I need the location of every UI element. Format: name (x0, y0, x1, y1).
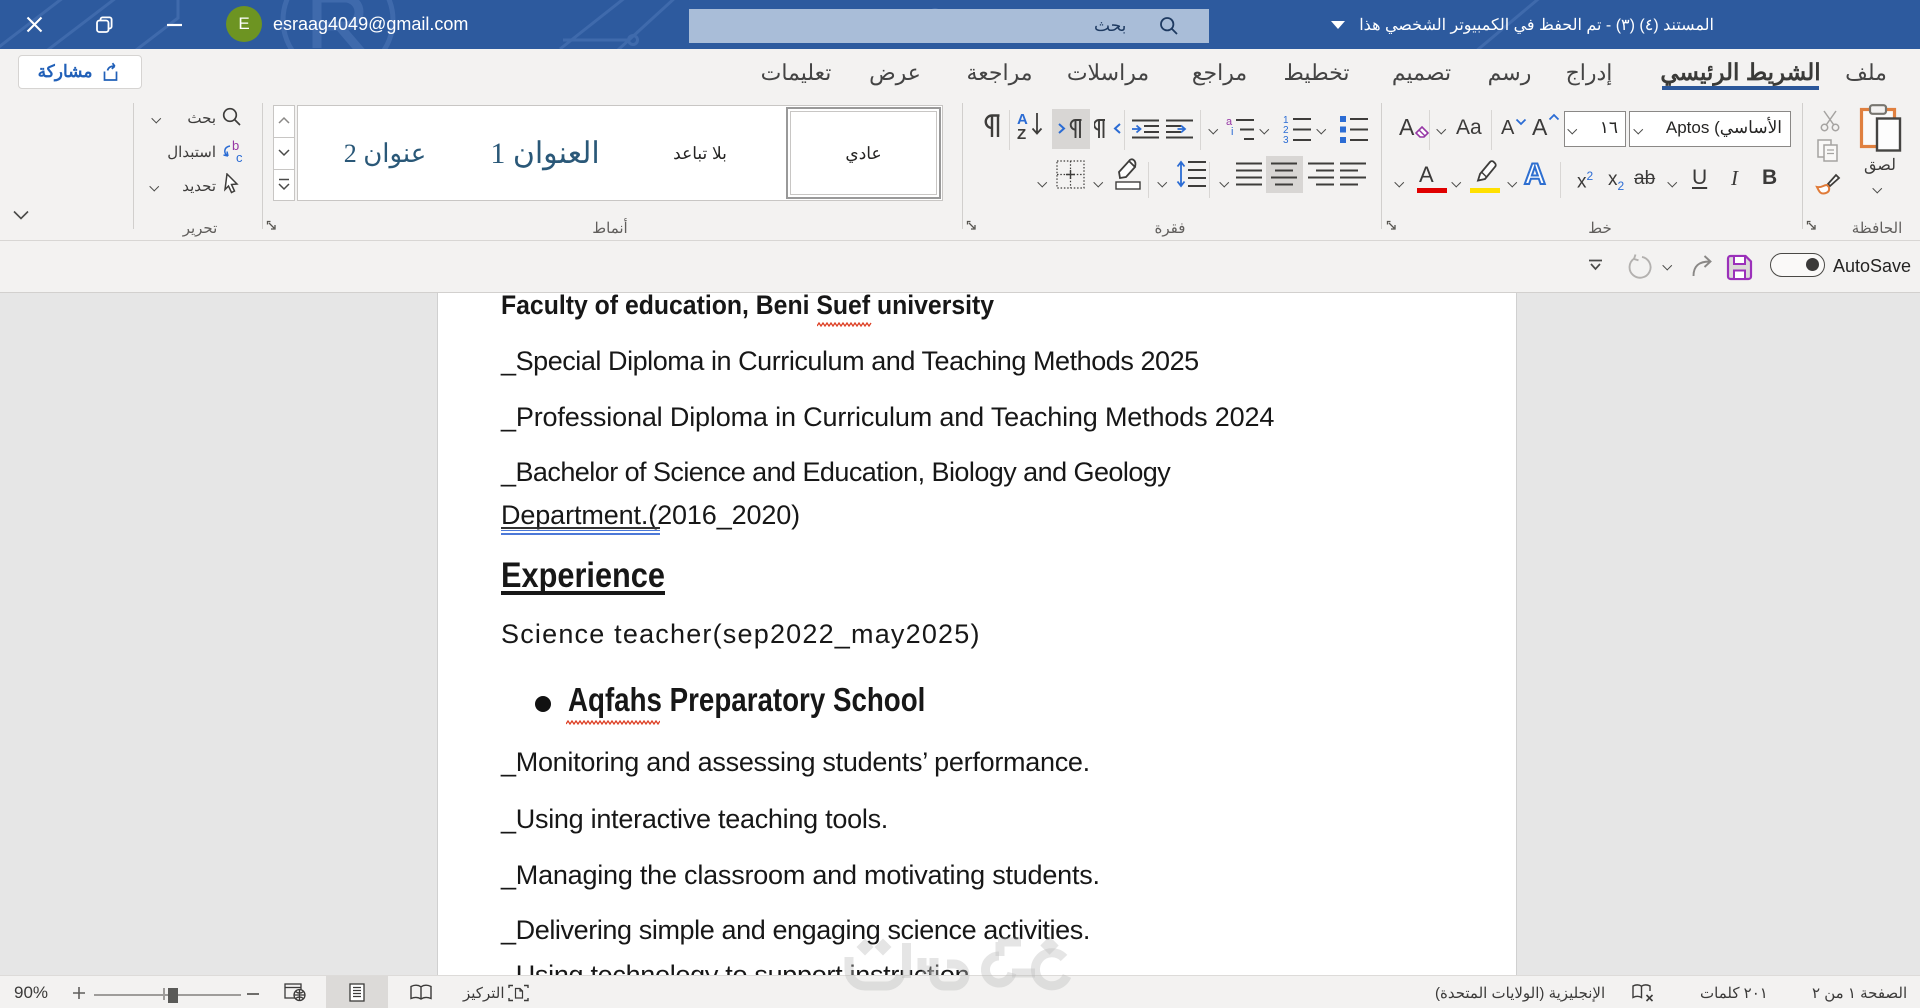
svg-text:3: 3 (1283, 135, 1289, 144)
svg-text:i: i (1231, 126, 1233, 138)
svg-text:Z: Z (1017, 126, 1026, 143)
svg-text:c: c (236, 150, 243, 164)
